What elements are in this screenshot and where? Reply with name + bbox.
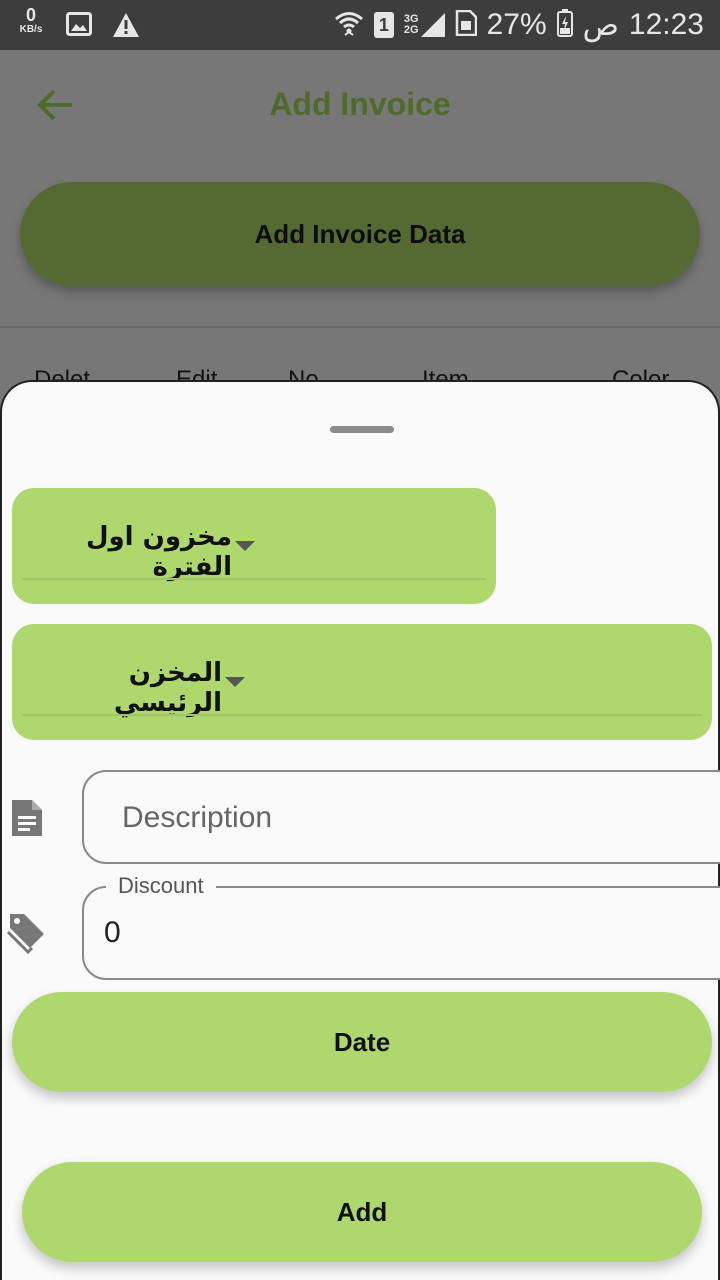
chevron-down-icon [225, 677, 245, 687]
image-icon [66, 12, 92, 41]
store-dropdown-value: المخزن الرئيسي [114, 658, 222, 718]
sim-card-icon [455, 9, 477, 41]
am-pm-indicator: ص [582, 8, 619, 42]
add-invoice-data-button[interactable]: Add Invoice Data [20, 182, 700, 286]
dropdown-underline [22, 578, 486, 580]
sheet-drag-handle[interactable] [330, 426, 394, 433]
period-dropdown[interactable]: مخزون اول الفترة [12, 488, 496, 604]
clock: 12:23 [628, 8, 704, 41]
network-speed-unit: KB/s [19, 24, 43, 35]
dropdown-underline [22, 714, 702, 716]
network-speed-value: 0 [25, 5, 36, 25]
discount-field[interactable]: Discount 0 [82, 873, 720, 980]
battery-percent: 27% [486, 8, 547, 41]
discount-value: 0 [104, 916, 121, 949]
document-icon [10, 798, 44, 843]
period-dropdown-value: مخزون اول الفترة [85, 522, 232, 582]
page-title: Add Invoice [269, 86, 451, 122]
add-invoice-bottom-sheet: مخزون اول الفترة المخزن الرئيسي Descript… [0, 380, 720, 1280]
app-bar: Add Invoice [0, 50, 720, 160]
status-right-group: 1 3G 2G 27% ص 12:23 [334, 6, 704, 44]
chevron-down-icon [235, 541, 255, 551]
description-placeholder: Description [122, 801, 273, 834]
tags-icon [6, 908, 48, 961]
status-bar: 0 KB/s 1 3G 2G 27% ص 12:23 [0, 0, 720, 50]
battery-icon [556, 8, 573, 42]
warning-icon [112, 12, 140, 43]
store-dropdown[interactable]: المخزن الرئيسي [12, 624, 712, 740]
add-button[interactable]: Add [22, 1162, 702, 1262]
sim-slot-number: 1 [378, 15, 389, 35]
mobile-signal-icon: 3G 2G [404, 13, 445, 37]
wifi-icon [334, 8, 364, 43]
discount-label: Discount [106, 873, 216, 899]
network-type-2g: 2G [403, 24, 419, 36]
sim-slot-icon: 1 [373, 12, 394, 38]
date-button[interactable]: Date [12, 992, 712, 1092]
description-field[interactable]: Description [82, 770, 720, 864]
network-speed: 0 KB/s [14, 6, 48, 35]
